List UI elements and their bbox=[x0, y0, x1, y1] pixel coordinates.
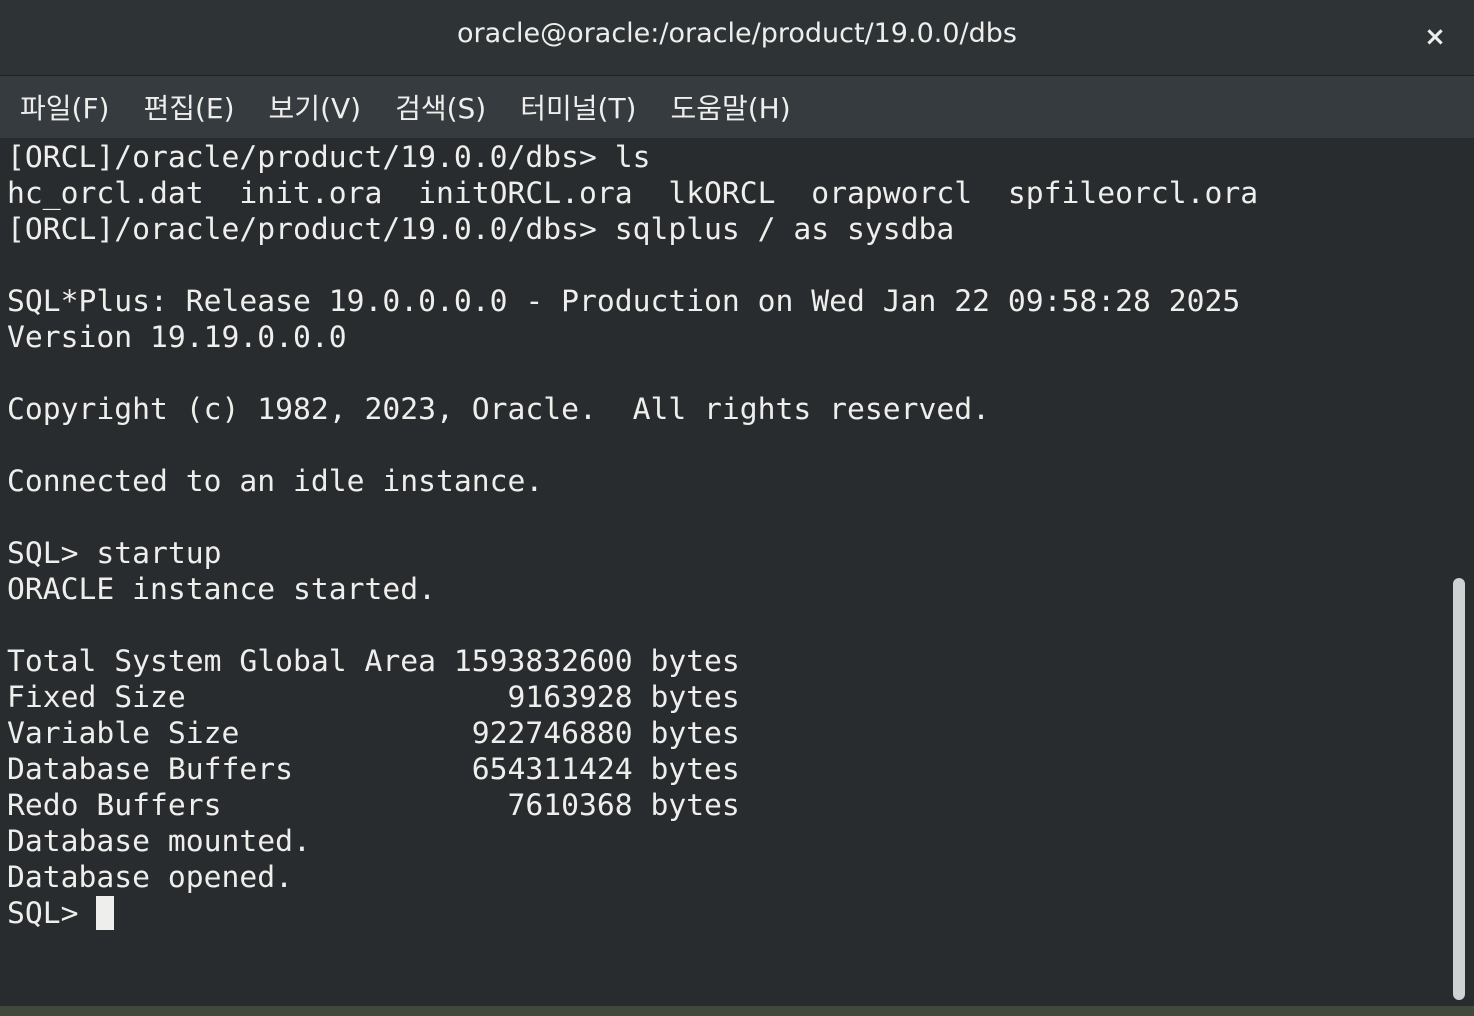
terminal-output[interactable]: [ORCL]/oracle/product/19.0.0/dbs> ls hc_… bbox=[0, 138, 1448, 1006]
terminal-line: Connected to an idle instance. bbox=[7, 464, 544, 499]
terminal-line: Copyright (c) 1982, 2023, Oracle. All ri… bbox=[7, 392, 991, 427]
terminal-line: Fixed Size 9163928 bytes bbox=[7, 680, 740, 715]
terminal-line: Variable Size 922746880 bytes bbox=[7, 716, 740, 751]
terminal-line: ORACLE instance started. bbox=[7, 572, 436, 607]
terminal-line: SQL> startup bbox=[7, 536, 222, 571]
window-title: oracle@oracle:/oracle/product/19.0.0/dbs bbox=[457, 18, 1017, 49]
menu-bar: 파일(F) 편집(E) 보기(V) 검색(S) 터미널(T) 도움말(H) bbox=[0, 76, 1474, 138]
menu-edit[interactable]: 편집(E) bbox=[143, 87, 234, 127]
terminal-prompt-line: SQL> bbox=[7, 896, 97, 931]
desktop-background-strip bbox=[0, 1006, 1474, 1016]
terminal-window: oracle@oracle:/oracle/product/19.0.0/dbs… bbox=[0, 0, 1474, 1016]
terminal-line: Database opened. bbox=[7, 860, 293, 895]
terminal-line: [ORCL]/oracle/product/19.0.0/dbs> sqlplu… bbox=[7, 212, 955, 247]
terminal-line: Database mounted. bbox=[7, 824, 311, 859]
terminal-line: hc_orcl.dat init.ora initORCL.ora lkORCL… bbox=[7, 176, 1259, 211]
terminal-line: Redo Buffers 7610368 bytes bbox=[7, 788, 740, 823]
title-bar[interactable]: oracle@oracle:/oracle/product/19.0.0/dbs… bbox=[0, 0, 1474, 76]
close-button[interactable]: × bbox=[1420, 20, 1450, 54]
text-cursor bbox=[96, 896, 114, 930]
terminal-line: [ORCL]/oracle/product/19.0.0/dbs> ls bbox=[7, 140, 651, 175]
menu-help[interactable]: 도움말(H) bbox=[670, 87, 790, 127]
scrollbar-thumb[interactable] bbox=[1453, 578, 1465, 1000]
menu-terminal[interactable]: 터미널(T) bbox=[520, 87, 636, 127]
terminal-line: SQL*Plus: Release 19.0.0.0.0 - Productio… bbox=[7, 284, 1241, 319]
terminal-line: Database Buffers 654311424 bytes bbox=[7, 752, 740, 787]
menu-search[interactable]: 검색(S) bbox=[395, 87, 486, 127]
menu-file[interactable]: 파일(F) bbox=[20, 87, 109, 127]
terminal-line: Total System Global Area 1593832600 byte… bbox=[7, 644, 740, 679]
menu-view[interactable]: 보기(V) bbox=[269, 87, 362, 127]
terminal-line: Version 19.19.0.0.0 bbox=[7, 320, 347, 355]
